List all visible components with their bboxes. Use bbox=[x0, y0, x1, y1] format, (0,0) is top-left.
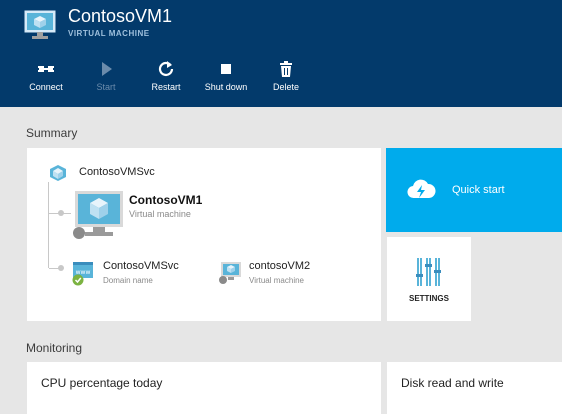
summary-section-label: Summary bbox=[26, 126, 78, 140]
stop-icon bbox=[221, 64, 231, 74]
domain-name-icon: www bbox=[72, 262, 93, 286]
connect-label: Connect bbox=[29, 82, 63, 92]
start-label: Start bbox=[96, 82, 116, 92]
connect-button[interactable]: Connect bbox=[26, 60, 66, 100]
restart-icon bbox=[158, 61, 174, 77]
tree-connector bbox=[48, 182, 49, 268]
command-bar: Connect Start Restart Shut down Delete bbox=[0, 60, 562, 100]
page-subtitle: VIRTUAL MACHINE bbox=[68, 29, 150, 38]
cpu-chart-tile[interactable]: CPU percentage today bbox=[27, 362, 381, 414]
tree-node-dot bbox=[58, 265, 64, 271]
cloud-lightning-icon bbox=[407, 179, 436, 199]
disk-chart-tile[interactable]: Disk read and write bbox=[387, 362, 562, 414]
monitoring-section-label: Monitoring bbox=[26, 341, 83, 355]
current-vm-name: ContosoVM1 bbox=[129, 193, 203, 207]
blade-header: ContosoVM1 VIRTUAL MACHINE Connect Start bbox=[0, 0, 562, 107]
disk-chart-title: Disk read and write bbox=[401, 376, 504, 390]
tree-node-dot bbox=[58, 210, 64, 216]
trash-icon bbox=[280, 61, 292, 77]
quick-start-tile[interactable]: Quick start bbox=[386, 148, 562, 232]
sliders-icon bbox=[416, 258, 441, 286]
other-vm-type: Virtual machine bbox=[249, 276, 304, 285]
cloud-service-icon bbox=[50, 165, 66, 181]
shut-down-label: Shut down bbox=[204, 82, 248, 92]
page-title: ContosoVM1 bbox=[68, 6, 173, 26]
summary-card: ContosoVMSvc ContosoVM1 Virtual machine … bbox=[27, 148, 381, 321]
delete-label: Delete bbox=[272, 82, 299, 92]
virtual-machine-icon bbox=[219, 262, 241, 284]
start-button[interactable]: Start bbox=[92, 60, 120, 100]
settings-tile[interactable]: SETTINGS bbox=[387, 237, 471, 321]
settings-label: SETTINGS bbox=[408, 294, 449, 303]
quick-start-label: Quick start bbox=[452, 184, 505, 196]
play-icon bbox=[102, 62, 112, 76]
domain-name-title[interactable]: ContosoVMSvc bbox=[103, 260, 179, 272]
other-vm-name[interactable]: contosoVM2 bbox=[249, 260, 310, 272]
restart-label: Restart bbox=[151, 82, 181, 92]
restart-button[interactable]: Restart bbox=[148, 60, 184, 100]
virtual-machine-icon bbox=[73, 191, 123, 239]
shut-down-button[interactable]: Shut down bbox=[200, 60, 252, 100]
domain-name-type: Domain name bbox=[103, 276, 153, 285]
cloud-service-name[interactable]: ContosoVMSvc bbox=[79, 166, 155, 178]
virtual-machine-icon bbox=[24, 10, 56, 39]
delete-button[interactable]: Delete bbox=[270, 60, 302, 100]
connect-icon bbox=[37, 66, 55, 72]
current-vm-type: Virtual machine bbox=[129, 209, 191, 219]
cpu-chart-title: CPU percentage today bbox=[41, 376, 163, 390]
